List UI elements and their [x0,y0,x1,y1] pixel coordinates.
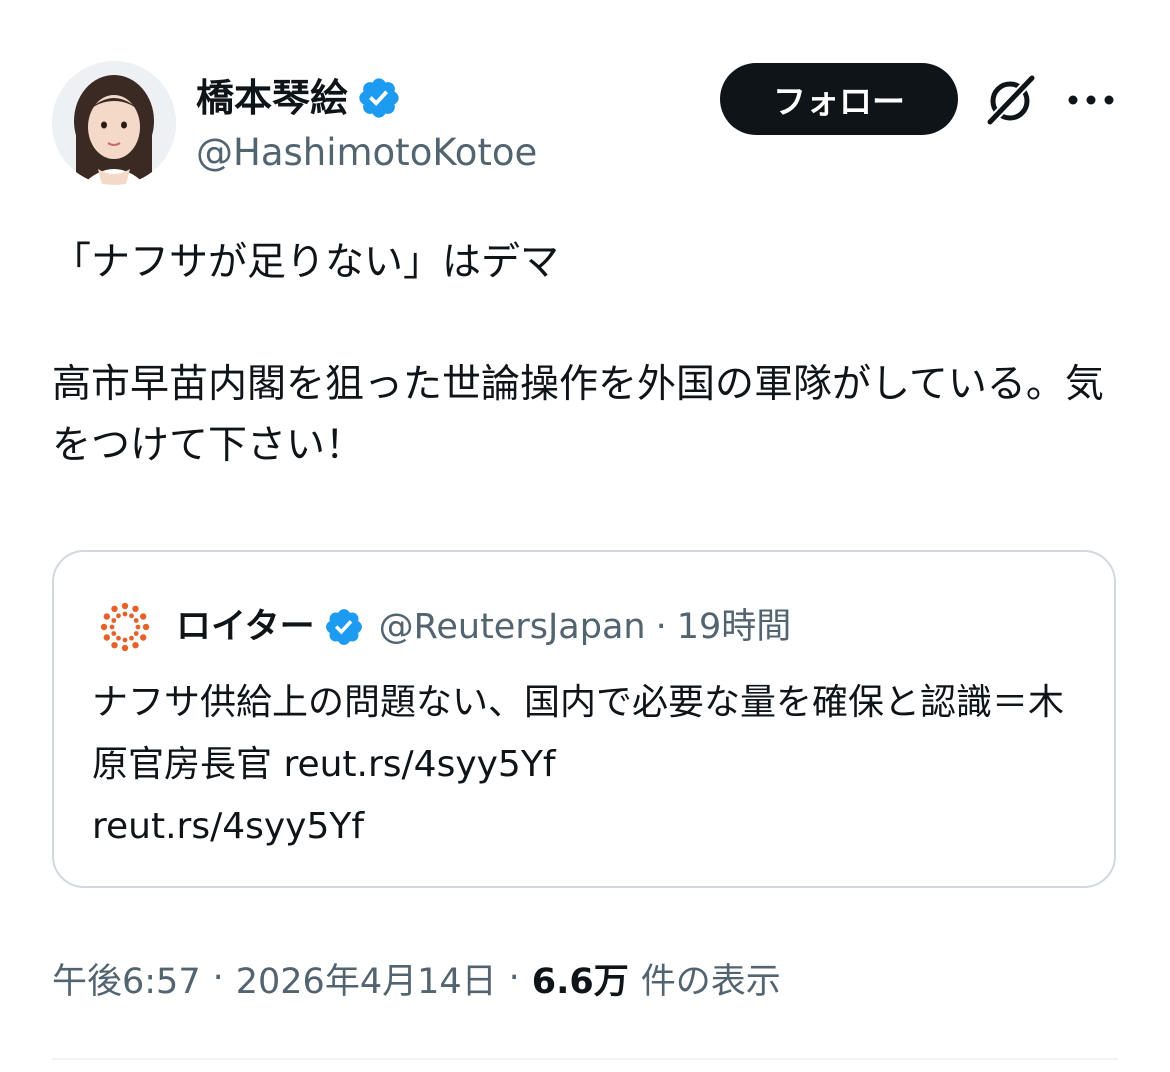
author-name-row[interactable]: 橋本琴絵 [196,68,402,128]
separator-dot: · [508,958,520,998]
quoted-author-name: ロイター [176,607,315,647]
tweet-detail: 橋本琴絵 @HashimotoKotoe フォロー 「ナフサが足りない」はデマ … [0,0,1170,1072]
tweet-date[interactable]: 2026年4月14日 [236,953,497,1004]
author-display-name[interactable]: 橋本琴絵 [196,68,348,128]
quoted-tweet-text: ナフサ供給上の問題ない、国内で必要な量を確保と認識＝木原官房長官 reut.rs… [92,682,1065,847]
views-count: 6.6万 [531,961,629,1002]
grok-icon[interactable] [980,70,1040,130]
verified-badge-icon [359,78,399,118]
tweet-meta: 午後6:57 · 2026年4月14日 · 6.6万 件の表示 [52,950,781,1006]
quoted-tweet-time: 19時間 [676,607,792,647]
quoted-author-handle: @ReutersJapan [378,607,646,647]
more-icon[interactable] [1066,82,1116,118]
follow-button[interactable]: フォロー [720,63,958,135]
separator-dot: · [655,607,667,647]
avatar[interactable] [52,61,176,185]
tweet-time[interactable]: 午後6:57 [52,953,201,1004]
separator-dot: · [212,958,224,998]
avatar-image [52,61,176,185]
tweet-text: 「ナフサが足りない」はデマ 高市早苗内閣を狙った世論操作を外国の軍隊がしている。… [52,240,1104,468]
verified-badge-icon [325,609,362,645]
quoted-tweet-header: ロイター @ReutersJapan · 19時間 [100,598,791,656]
views-label: 件の表示 [640,961,781,1002]
reuters-logo-icon[interactable] [100,602,150,652]
divider [52,1058,1118,1060]
author-handle[interactable]: @HashimotoKotoe [196,128,537,178]
quoted-tweet-card[interactable]: ロイター @ReutersJapan · 19時間 ナフサ供給上の問題ない、国内… [52,550,1116,888]
